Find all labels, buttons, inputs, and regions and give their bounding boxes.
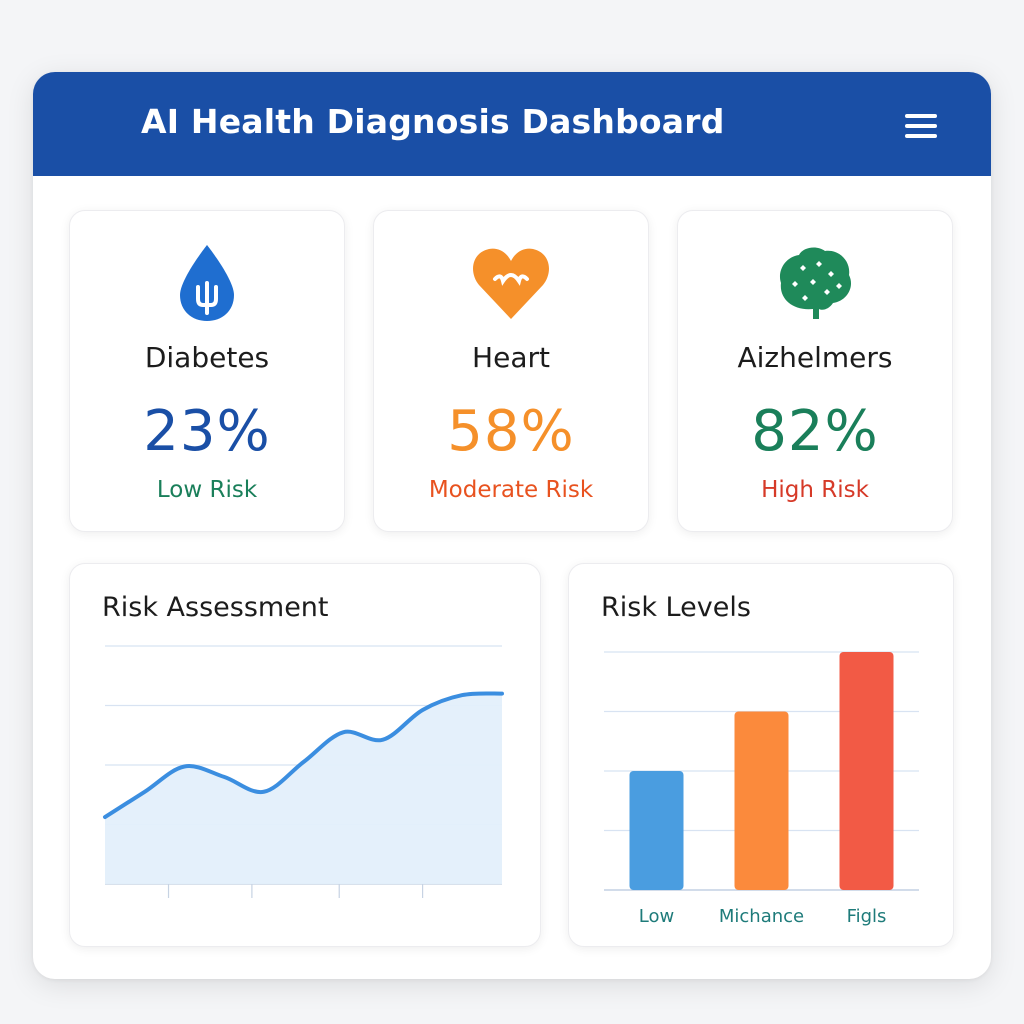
heart-card[interactable]: Heart 58% Moderate Risk [373, 210, 649, 532]
heart-value: 58% [447, 399, 575, 464]
alzheimers-card[interactable]: Aizhelmers 82% High Risk [677, 210, 953, 532]
area-fill [105, 693, 502, 884]
alzheimers-value: 82% [751, 399, 879, 464]
blood-drop-icon [70, 239, 344, 325]
risk-levels-title: Risk Levels [601, 592, 751, 623]
page-title: AI Health Diagnosis Dashboard [141, 102, 725, 141]
brain-icon [678, 239, 952, 325]
alzheimers-label: Aizhelmers [737, 341, 893, 374]
bar-michance [734, 711, 789, 890]
bar-label: Low [639, 906, 674, 927]
bar-label: Michance [719, 906, 804, 927]
risk-levels-chart: Low Michance Figls [604, 651, 919, 927]
diabetes-value: 23% [143, 399, 271, 464]
risk-assessment-title: Risk Assessment [102, 592, 329, 623]
risk-assessment-card: Risk Assessment [69, 563, 541, 947]
heart-risk: Moderate Risk [428, 477, 594, 503]
risk-assessment-chart [103, 645, 504, 898]
header-bar: AI Health Diagnosis Dashboard [33, 72, 991, 176]
bar-figls [839, 652, 894, 890]
dashboard-window: AI Health Diagnosis Dashboard Diabetes 2… [33, 72, 991, 979]
diabetes-risk: Low Risk [156, 477, 258, 503]
diabetes-card[interactable]: Diabetes 23% Low Risk [69, 210, 345, 532]
heart-label: Heart [472, 341, 550, 374]
hamburger-menu-icon[interactable] [905, 114, 941, 142]
alzheimers-risk: High Risk [761, 477, 869, 503]
bar-label: Figls [847, 906, 887, 927]
bar-low [629, 771, 684, 890]
heart-icon [374, 239, 648, 325]
risk-levels-card: Risk Levels Low Michance Figls [568, 563, 954, 947]
diabetes-label: Diabetes [144, 341, 270, 374]
